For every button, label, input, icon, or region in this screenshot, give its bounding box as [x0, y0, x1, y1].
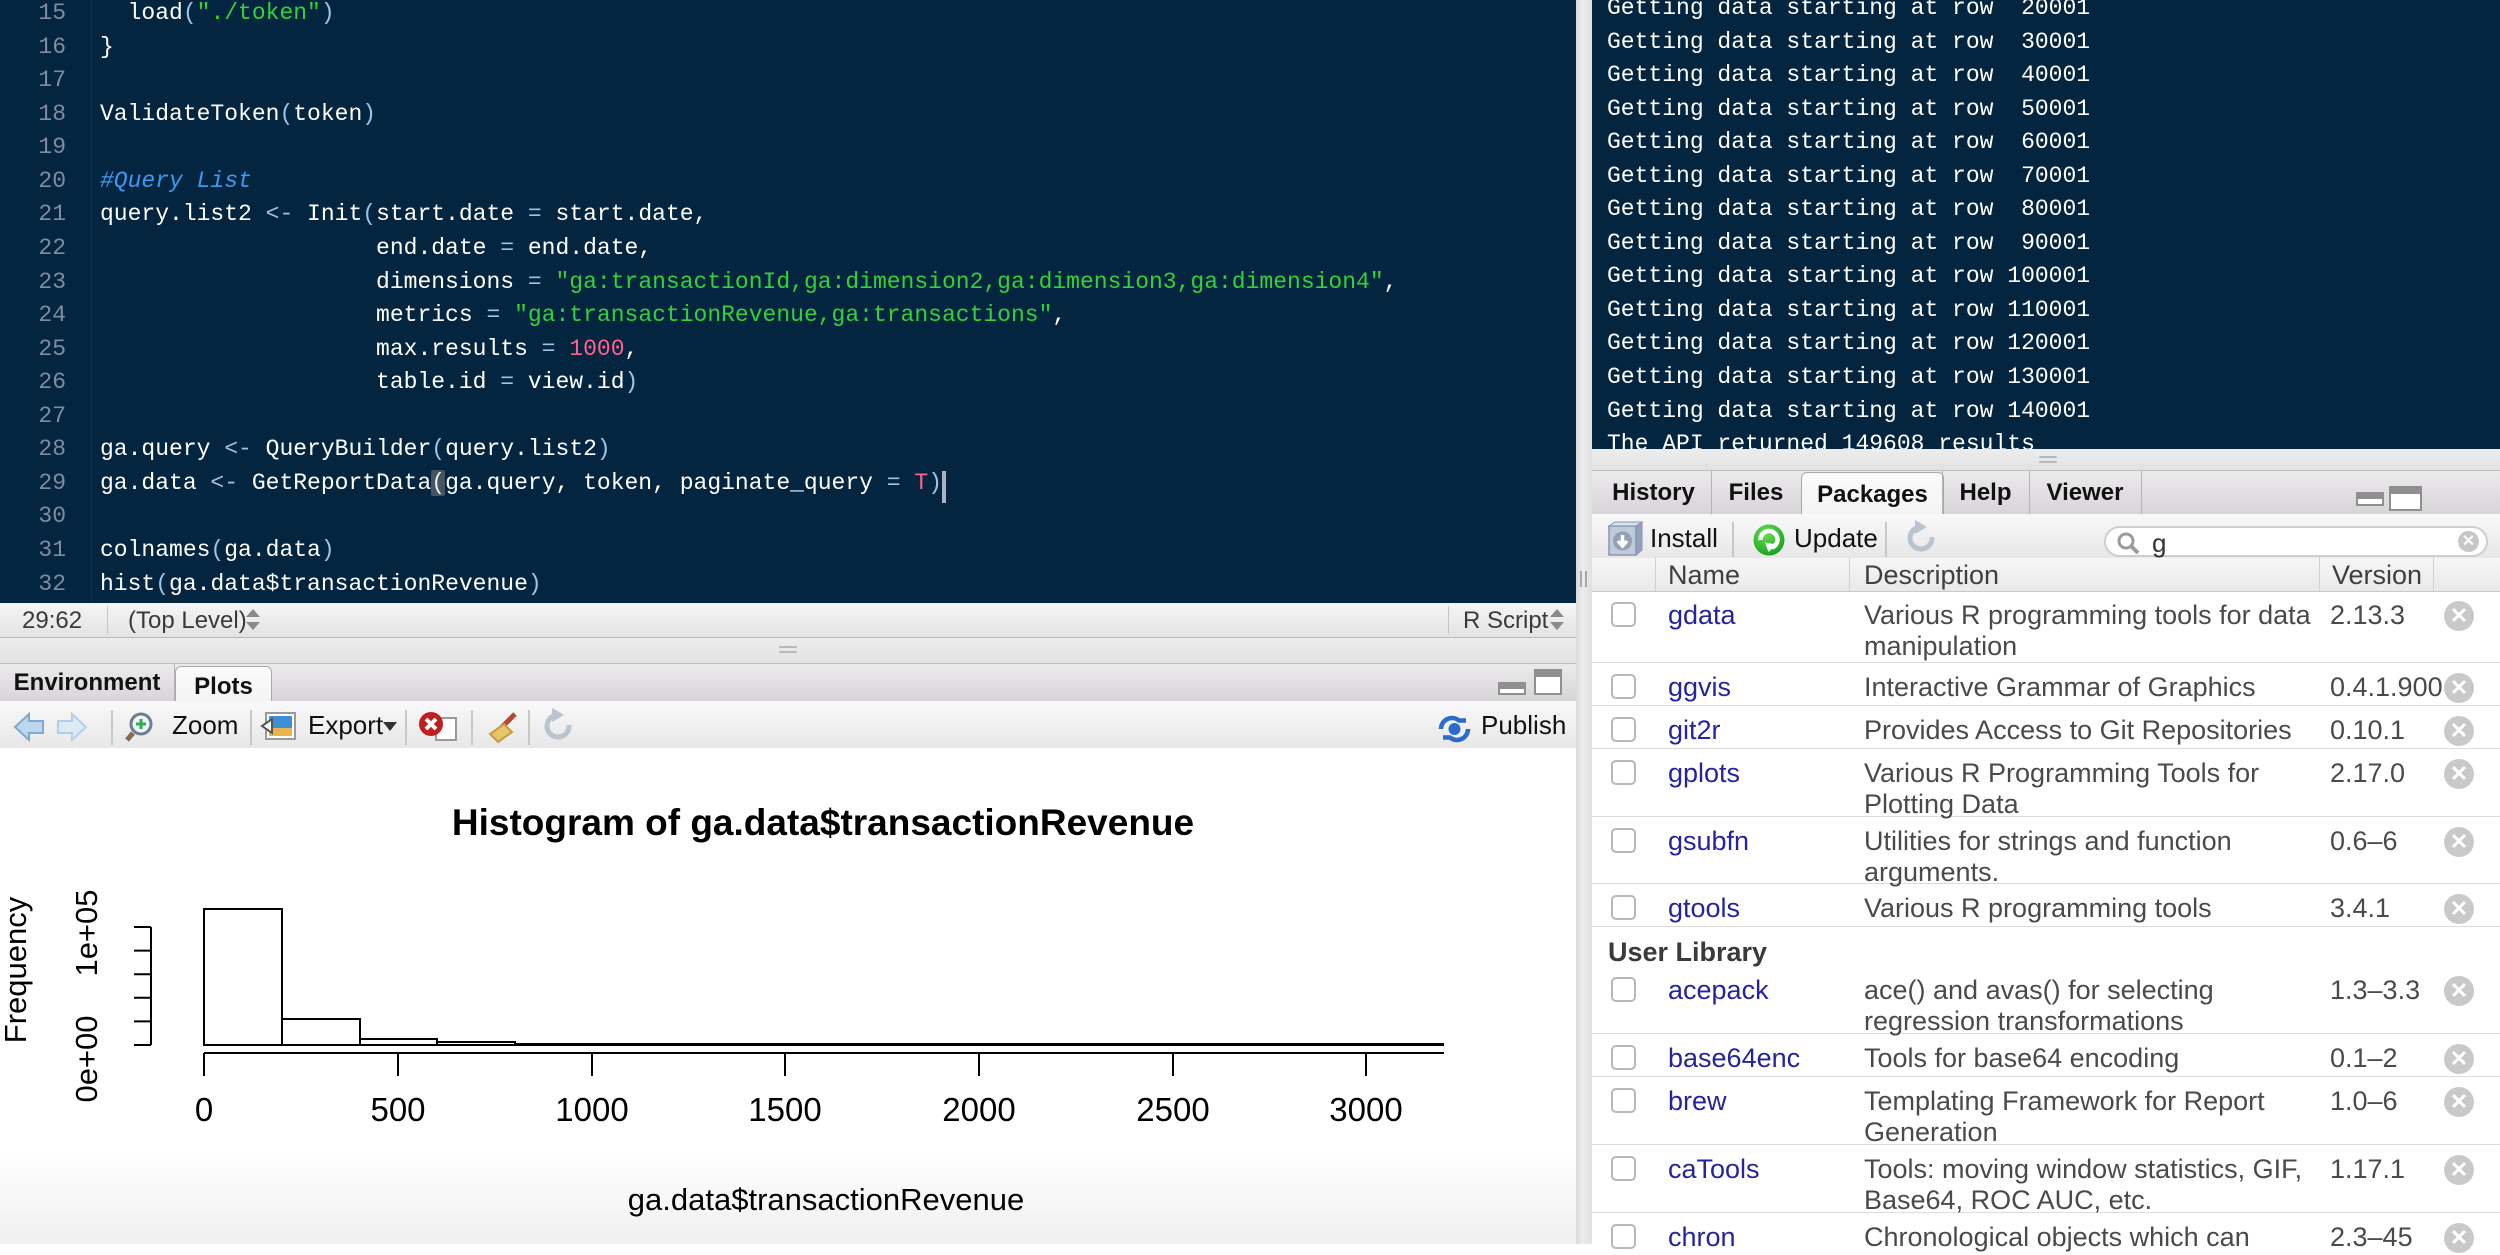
svg-text:0: 0 [195, 1091, 213, 1128]
svg-text:500: 500 [370, 1091, 425, 1128]
svg-text:1500: 1500 [748, 1091, 821, 1128]
svg-text:Frequency: Frequency [0, 896, 33, 1043]
svg-text:0e+00: 0e+00 [69, 1015, 104, 1102]
svg-text:1000: 1000 [555, 1091, 628, 1128]
svg-text:Histogram of ga.data$transacti: Histogram of ga.data$transactionRevenue [452, 802, 1194, 843]
svg-text:3000: 3000 [1329, 1091, 1402, 1128]
svg-text:1e+05: 1e+05 [69, 889, 104, 976]
svg-text:2000: 2000 [942, 1091, 1015, 1128]
svg-text:2500: 2500 [1136, 1091, 1209, 1128]
